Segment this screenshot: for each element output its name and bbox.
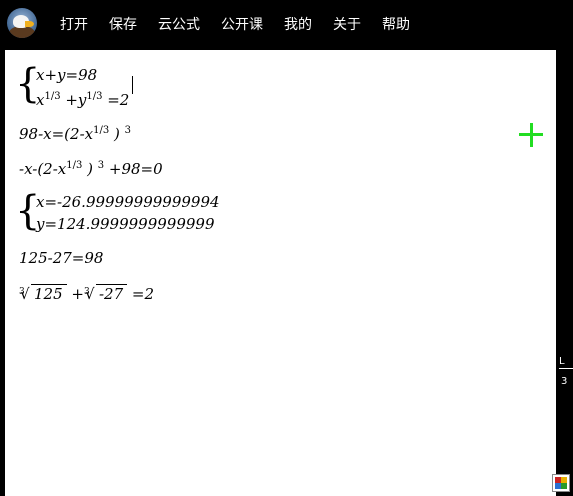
system2-line2[interactable]: y=124.9999999999999 (36, 214, 215, 234)
side-divider (559, 368, 573, 369)
menu-mine[interactable]: 我的 (284, 16, 312, 34)
menu-open-course[interactable]: 公开课 (221, 16, 263, 34)
formula-editor-canvas[interactable] (5, 50, 556, 496)
side-marker: L (559, 356, 565, 367)
menu-cloud-formula[interactable]: 云公式 (158, 16, 200, 34)
menu-about[interactable]: 关于 (333, 16, 361, 34)
menu-help[interactable]: 帮助 (382, 16, 410, 34)
menu-save[interactable]: 保存 (109, 16, 137, 34)
app-tray-icon[interactable] (552, 474, 570, 492)
system1-line1[interactable]: x+y=98 (36, 65, 97, 85)
menu-open[interactable]: 打开 (60, 16, 88, 34)
equation-line3[interactable]: -x-(2-x1/3 ) 3 +98=0 (19, 156, 163, 179)
toolbar: 打开 保存 云公式 公开课 我的 关于 帮助 (0, 0, 573, 50)
eagle-logo-icon[interactable] (7, 8, 37, 38)
equation-line2[interactable]: 98-x=(2-x1/3 ) 3 (19, 121, 131, 144)
text-caret (132, 76, 133, 94)
cube-root-125[interactable]: 3 √ 125 (19, 284, 67, 304)
crosshair-cursor-icon-vertical (530, 123, 533, 147)
equation-line6[interactable]: 3 √ 125 +3 √ -27 =2 (19, 284, 154, 304)
system1-line2[interactable]: x1/3 +y1/3 =2 (36, 87, 129, 110)
cube-root-minus27[interactable]: 3 √ -27 (84, 284, 128, 304)
system2-line1[interactable]: x=-26.99999999999994 (36, 192, 220, 212)
equation-line5[interactable]: 125-27=98 (19, 248, 103, 268)
side-number: 3 (561, 376, 568, 387)
